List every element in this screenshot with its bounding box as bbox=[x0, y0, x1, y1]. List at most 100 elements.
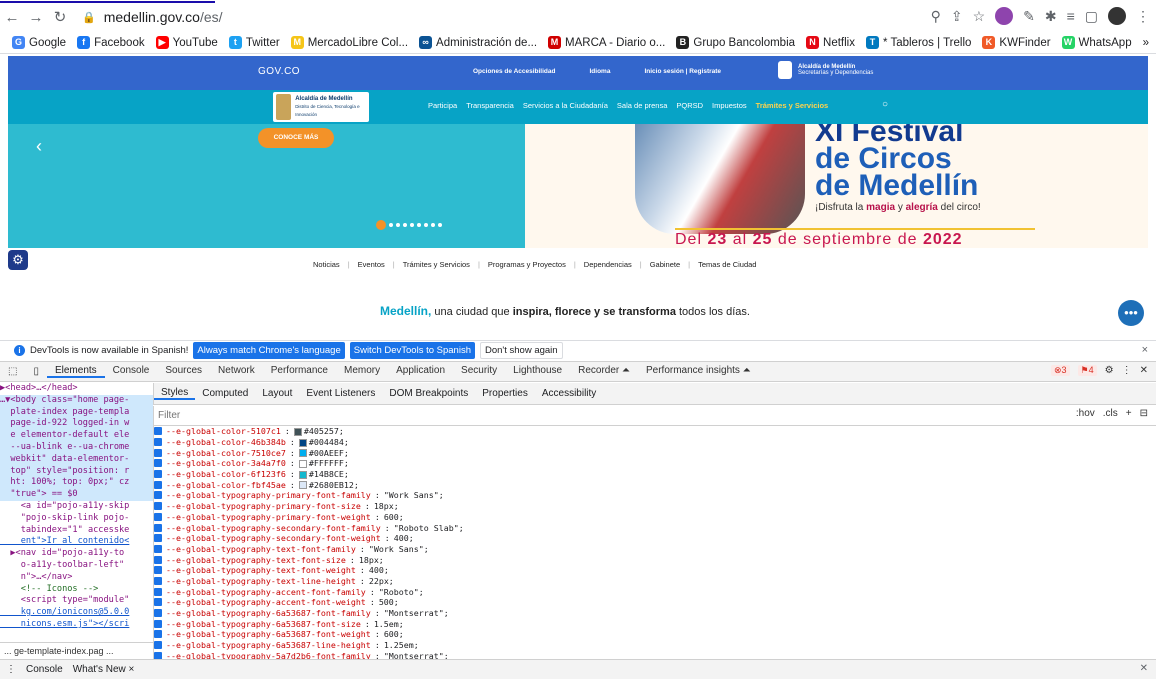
css-property-row[interactable]: --e-global-color-6f123f6: #14B8CE; bbox=[154, 469, 1156, 480]
property-value[interactable]: #405257; bbox=[293, 426, 344, 436]
share-icon[interactable]: ⇪ bbox=[951, 8, 963, 25]
color-swatch[interactable] bbox=[293, 427, 302, 436]
devtools-tab-5[interactable]: Memory bbox=[336, 365, 388, 378]
property-checkbox[interactable] bbox=[154, 544, 162, 553]
drawer-close-icon[interactable]: ✕ bbox=[1140, 663, 1148, 674]
styles-subtab-3[interactable]: Event Listeners bbox=[299, 388, 382, 399]
pen-icon[interactable]: ✎ bbox=[1023, 8, 1035, 25]
bookmark-11[interactable]: W WhatsApp bbox=[1061, 36, 1132, 49]
match-language-button[interactable]: Always match Chrome's language bbox=[193, 342, 345, 359]
dom-node-line[interactable]: <!-- Iconos --> bbox=[0, 584, 153, 596]
secondary-nav-1[interactable]: Eventos bbox=[358, 260, 385, 269]
dom-node-line[interactable]: "true"> == $0 bbox=[0, 489, 153, 501]
styles-filter-input[interactable]: Filter :hov .cls + ⊟ bbox=[153, 406, 1156, 426]
carousel-dot[interactable] bbox=[417, 223, 421, 227]
nav-item-5[interactable]: Impuestos bbox=[712, 101, 747, 110]
bookmark-0[interactable]: G Google bbox=[12, 36, 66, 49]
extension-icon[interactable] bbox=[995, 7, 1014, 25]
address-bar[interactable]: 🔒 medellin.gov.co/es/ bbox=[82, 9, 223, 25]
menu-icon[interactable]: ⋮ bbox=[1136, 8, 1150, 25]
warning-count[interactable]: ⚑4 bbox=[1077, 365, 1097, 376]
dom-node-line[interactable]: ▶<head>…</head> bbox=[0, 383, 153, 395]
css-property-row[interactable]: --e-global-typography-text-line-height:2… bbox=[154, 576, 1156, 587]
bookmark-4[interactable]: M MercadoLibre Col... bbox=[290, 36, 408, 49]
property-checkbox[interactable] bbox=[154, 438, 162, 447]
devtools-tab-2[interactable]: Sources bbox=[157, 365, 210, 378]
css-property-row[interactable]: --e-global-typography-primary-font-famil… bbox=[154, 490, 1156, 501]
css-property-row[interactable]: --e-global-color-5107c1: #405257; bbox=[154, 426, 1156, 437]
computed-sidebar-icon[interactable]: ⊟ bbox=[1140, 408, 1148, 419]
styles-subtab-0[interactable]: Styles bbox=[154, 387, 196, 400]
dom-node-line[interactable]: "pojo-skip-link pojo- bbox=[0, 513, 153, 525]
property-value[interactable]: "Montserrat"; bbox=[384, 651, 449, 659]
css-property-row[interactable]: --e-global-typography-primary-font-size:… bbox=[154, 501, 1156, 512]
search-icon[interactable]: ○ bbox=[882, 99, 888, 110]
dom-node-line[interactable]: o-a11y-toolbar-left" bbox=[0, 560, 153, 572]
property-checkbox[interactable] bbox=[154, 502, 162, 511]
bookmark-2[interactable]: ▶ YouTube bbox=[155, 36, 218, 49]
dom-breadcrumb[interactable]: ... ge-template-index.pag ... bbox=[0, 642, 153, 659]
secondary-nav-4[interactable]: Dependencias bbox=[584, 260, 632, 269]
css-property-row[interactable]: --e-global-color-46b384b: #004484; bbox=[154, 437, 1156, 448]
dom-node-line[interactable]: …▼<body class="home page- bbox=[0, 394, 153, 407]
dom-node-line[interactable]: <a id="pojo-a11y-skip bbox=[0, 501, 153, 513]
nav-item-1[interactable]: Transparencia bbox=[466, 101, 514, 110]
secondary-nav-6[interactable]: Temas de Ciudad bbox=[698, 260, 756, 269]
property-checkbox[interactable] bbox=[154, 427, 162, 436]
dom-node-line[interactable]: e elementor-default ele bbox=[0, 430, 153, 442]
language-link[interactable]: Idioma bbox=[589, 68, 610, 75]
dom-node-line[interactable]: <script type="module" bbox=[0, 595, 153, 607]
nav-item-2[interactable]: Servicios a la Ciudadanía bbox=[523, 101, 608, 110]
conoce-mas-button[interactable]: CONOCE MÁS bbox=[258, 128, 334, 148]
property-value[interactable]: "Work Sans"; bbox=[384, 490, 444, 500]
devtools-tab-7[interactable]: Security bbox=[453, 365, 505, 378]
property-value[interactable]: #00AEEF; bbox=[298, 448, 349, 458]
css-property-row[interactable]: --e-global-color-7510ce7: #00AEEF; bbox=[154, 447, 1156, 458]
css-property-row[interactable]: --e-global-typography-6a53687-font-size:… bbox=[154, 618, 1156, 629]
dom-node-line[interactable]: n">…</nav> bbox=[0, 572, 153, 584]
property-value[interactable]: 22px; bbox=[369, 576, 394, 586]
color-swatch[interactable] bbox=[298, 449, 307, 458]
nav-item-3[interactable]: Sala de prensa bbox=[617, 101, 667, 110]
css-property-row[interactable]: --e-global-typography-5a7d2b6-font-famil… bbox=[154, 650, 1156, 659]
govco-logo[interactable]: GOV.CO bbox=[258, 66, 300, 77]
bookmark-6[interactable]: M MARCA - Diario o... bbox=[548, 36, 665, 49]
dom-node-line[interactable]: kg.com/ionicons@5.0.0 bbox=[0, 607, 153, 619]
styles-subtab-1[interactable]: Computed bbox=[195, 388, 255, 399]
css-property-row[interactable]: --e-global-typography-text-font-weight:4… bbox=[154, 565, 1156, 576]
drawer-menu-icon[interactable]: ⋮ bbox=[6, 664, 16, 675]
css-property-row[interactable]: --e-global-typography-accent-font-weight… bbox=[154, 597, 1156, 608]
puzzle-icon[interactable]: ✱ bbox=[1045, 8, 1057, 25]
property-value[interactable]: 18px; bbox=[359, 555, 384, 565]
property-value[interactable]: "Roboto Slab"; bbox=[394, 523, 464, 533]
reading-list-icon[interactable]: ≡ bbox=[1067, 8, 1075, 24]
css-property-row[interactable]: --e-global-color-3a4a7f0: #FFFFFF; bbox=[154, 458, 1156, 469]
hov-toggle[interactable]: :hov bbox=[1076, 408, 1095, 419]
dom-node-line[interactable]: tabindex="1" accesske bbox=[0, 525, 153, 537]
device-toolbar-icon[interactable]: ▯ bbox=[25, 366, 47, 377]
color-swatch[interactable] bbox=[298, 438, 307, 447]
forward-icon[interactable]: → bbox=[24, 9, 48, 26]
carousel-dot[interactable] bbox=[389, 223, 393, 227]
property-checkbox[interactable] bbox=[154, 576, 162, 585]
drawer-tab-whats-new[interactable]: What's New × bbox=[73, 664, 135, 675]
more-bookmarks-icon[interactable]: » bbox=[1143, 37, 1149, 49]
property-value[interactable]: "Work Sans"; bbox=[369, 544, 429, 554]
elements-tree[interactable]: ▶<head>…</head> …▼<body class="home page-… bbox=[0, 383, 153, 659]
alcaldia-logo[interactable]: Alcaldía de Medellín Distrito de Ciencia,… bbox=[273, 92, 369, 122]
bookmark-9[interactable]: T * Tableros | Trello bbox=[865, 36, 971, 49]
profile-avatar[interactable] bbox=[1108, 7, 1126, 25]
reload-icon[interactable]: ↻ bbox=[48, 8, 72, 26]
dom-node-line[interactable]: page-id-922 logged-in w bbox=[0, 418, 153, 431]
css-property-row[interactable]: --e-global-typography-secondary-font-wei… bbox=[154, 533, 1156, 544]
bookmark-3[interactable]: t Twitter bbox=[228, 36, 280, 49]
css-property-row[interactable]: --e-global-typography-6a53687-font-famil… bbox=[154, 608, 1156, 619]
property-checkbox[interactable] bbox=[154, 651, 162, 659]
bookmark-1[interactable]: f Facebook bbox=[77, 36, 145, 49]
dom-node-line[interactable]: --ua-blink e--ua-chrome bbox=[0, 441, 153, 454]
property-value[interactable]: 400; bbox=[394, 533, 414, 543]
cls-toggle[interactable]: .cls bbox=[1103, 408, 1118, 419]
carousel-dot[interactable] bbox=[410, 223, 414, 227]
property-checkbox[interactable] bbox=[154, 448, 162, 457]
property-checkbox[interactable] bbox=[154, 555, 162, 564]
